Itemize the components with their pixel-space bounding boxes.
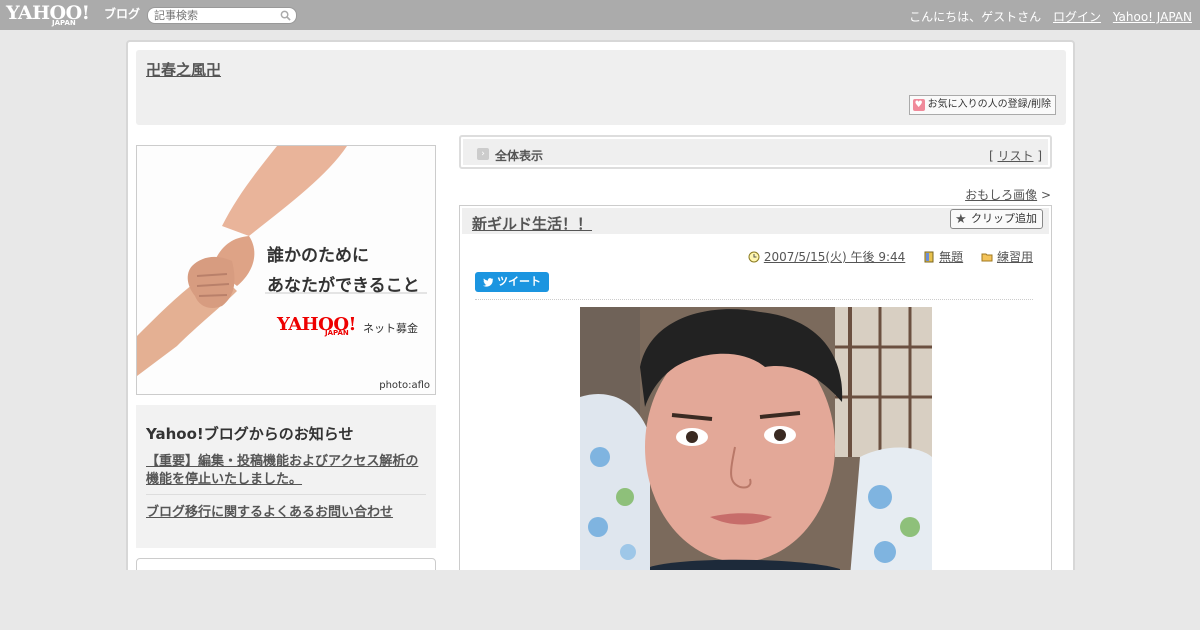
clip-add-button[interactable]: ★ クリップ追加: [950, 209, 1043, 229]
article-title[interactable]: 新ギルド生活！！: [472, 213, 592, 234]
donation-banner[interactable]: 誰かのために あなたができること YAHOO! JAPAN ネット募金 phot…: [136, 145, 436, 395]
book-icon: [924, 251, 934, 263]
top-bar: YAHOO! JAPAN ブログ こんにちは、ゲストさん ログイン Yahoo!…: [0, 0, 1200, 30]
meta-category: 練習用: [981, 250, 1033, 264]
article-label-link[interactable]: 無題: [939, 250, 963, 264]
list-bracket-close: ]: [1037, 149, 1042, 163]
notice-heading: Yahoo!ブログからのお知らせ: [146, 425, 354, 443]
top-nav: こんにちは、ゲストさん ログイン Yahoo! JAPAN: [901, 8, 1192, 25]
search-icon[interactable]: [280, 10, 291, 21]
article: 新ギルド生活！！ ★ クリップ追加 2007/5/15(火) 午後 9:44 無…: [459, 205, 1052, 585]
banner-photo-credit: photo:aflo: [379, 380, 430, 391]
footer-band: [0, 570, 1200, 630]
clip-button-label: クリップ追加: [971, 212, 1037, 225]
tweet-button[interactable]: ツイート: [475, 272, 549, 292]
meta-label: 無題: [923, 250, 967, 264]
twitter-bird-icon: [483, 278, 494, 287]
notice-box: Yahoo!ブログからのお知らせ 【重要】編集・投稿機能およびアクセス解析の機能…: [136, 405, 436, 548]
banner-service-name: ネット募金: [363, 322, 418, 335]
previous-article-nav: おもしろ画像 >: [965, 186, 1051, 203]
clock-icon: [748, 251, 760, 263]
login-link[interactable]: ログイン: [1053, 10, 1101, 24]
article-meta: 2007/5/15(火) 午後 9:44 無題 練習用: [734, 248, 1033, 265]
banner-yahoo-japan: JAPAN: [325, 329, 349, 337]
view-all-label: 全体表示: [495, 149, 544, 163]
article-divider: [475, 299, 1033, 300]
arrow-right-icon: ›: [477, 148, 489, 160]
yahoo-japan-link[interactable]: Yahoo! JAPAN: [1113, 10, 1192, 24]
blog-container: 卍春之風卍 ♥ お気に入りの人の登録/削除 誰かのために あなたができること Y…: [126, 40, 1075, 588]
favorite-register-button[interactable]: ♥ お気に入りの人の登録/削除: [908, 95, 1056, 115]
banner-line2: あなたができること: [267, 276, 420, 296]
view-all-inner: › 全体表示 [ リスト ]: [463, 139, 1048, 165]
blog-title[interactable]: 卍春之風卍: [146, 59, 221, 80]
favorite-button-label: お気に入りの人の登録/削除: [927, 99, 1051, 110]
notice-divider: [146, 494, 426, 495]
logo-japan-text: JAPAN: [52, 19, 76, 27]
notice-link-important[interactable]: 【重要】編集・投稿機能およびアクセス解析の機能を停止いたしました。: [146, 453, 430, 489]
heart-icon: ♥: [912, 99, 925, 111]
logo-yahoo-text: YAHOO!: [6, 2, 90, 24]
blog-header: 卍春之風卍 ♥ お気に入りの人の登録/削除: [136, 50, 1066, 125]
list-bracket-open: [: [988, 149, 994, 163]
logo-blog-text: ブログ: [104, 7, 141, 21]
boy-portrait-image: [580, 307, 932, 577]
star-icon: ★: [955, 212, 967, 227]
tweet-label: ツイート: [497, 275, 541, 288]
view-list-control: [ リスト ]: [989, 147, 1042, 164]
list-link[interactable]: リスト: [997, 149, 1033, 163]
article-category-link[interactable]: 練習用: [997, 250, 1033, 264]
folder-icon: [981, 253, 993, 262]
article-header: 新ギルド生活！！ ★ クリップ追加: [462, 208, 1049, 234]
search-box: [147, 7, 297, 24]
view-all-bar: › 全体表示 [ リスト ]: [459, 135, 1052, 169]
banner-line1: 誰かのために: [267, 246, 369, 266]
previous-article-link[interactable]: おもしろ画像: [965, 188, 1037, 202]
notice-link-faq[interactable]: ブログ移行に関するよくあるお問い合わせ: [146, 501, 393, 520]
meta-datetime: 2007/5/15(火) 午後 9:44: [748, 250, 909, 264]
article-photo[interactable]: [580, 307, 932, 577]
search-input[interactable]: [154, 9, 274, 22]
greeting-text: こんにちは、ゲストさん: [909, 10, 1042, 24]
article-datetime-link[interactable]: 2007/5/15(火) 午後 9:44: [764, 250, 905, 264]
chevron-right-icon: >: [1040, 188, 1051, 202]
